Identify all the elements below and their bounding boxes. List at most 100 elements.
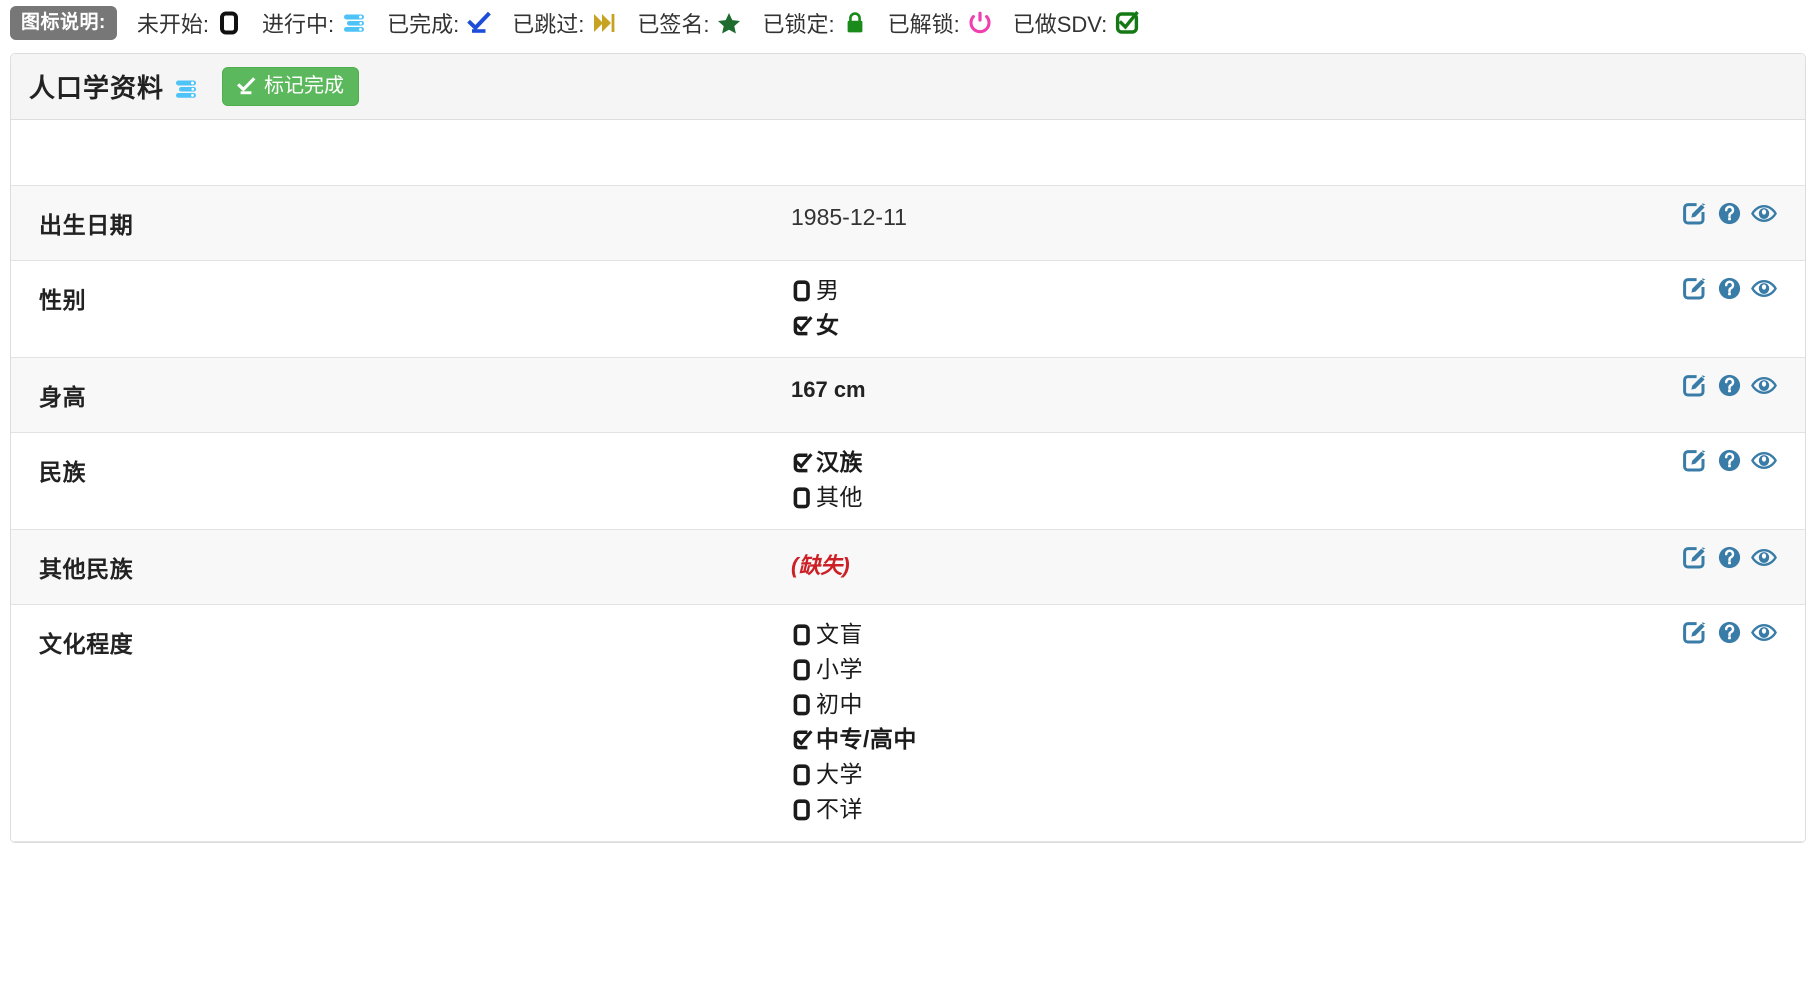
sdv-check-icon [1114,10,1140,36]
option-label: 汉族 [816,451,863,474]
edit-icon[interactable] [1681,544,1707,570]
edit-icon[interactable] [1681,372,1707,398]
row-action-icons [1681,544,1777,570]
legend-item: 已解锁: [888,7,993,39]
option-label: 小学 [816,658,863,681]
legend-item: 已做SDV: [1013,7,1141,39]
query-icon[interactable] [1716,200,1742,226]
legend-item-list: 未开始: 进行中: 已完成: 已跳过: 已签名: 已锁定: 已解锁: 已做SDV: [117,7,1140,39]
form-field-row: 文化程度文盲小学初中中专/高中大学不详 [11,605,1805,842]
in-progress-icon [173,76,199,102]
row-action-icons [1681,619,1777,645]
demographics-panel: 人口学资料 标记完成 出生日期1985-12-11性别男女身高167 cm民族汉… [10,53,1806,843]
option-unselected[interactable]: 大学 [791,763,1805,786]
legend-item: 已完成: [387,7,492,39]
field-value: 文盲小学初中中专/高中大学不详 [791,605,1805,841]
form-field-row: 性别男女 [11,261,1805,358]
option-unselected[interactable]: 男 [791,279,1805,302]
locked-icon [842,10,868,36]
legend-item: 已签名: [637,7,742,39]
option-label: 文盲 [816,623,863,646]
checkbox-unchecked-icon[interactable] [791,694,813,716]
option-unselected[interactable]: 其他 [791,486,1805,509]
legend-badge: 图标说明: [10,6,117,40]
option-selected[interactable]: 女 [791,314,1805,337]
form-field-row: 民族 汉族其他 [11,433,1805,530]
option-label: 初中 [816,693,863,716]
legend-item-label: 已跳过: [512,7,584,39]
field-value: 167 cm [791,358,1805,423]
checkbox-checked-icon[interactable] [791,315,813,337]
edit-icon[interactable] [1681,447,1707,473]
option-label: 大学 [816,763,863,786]
view-icon[interactable] [1751,544,1777,570]
field-label: 性别 [11,261,791,335]
checkbox-unchecked-icon[interactable] [791,764,813,786]
option-unselected[interactable]: 小学 [791,658,1805,681]
option-selected[interactable]: 汉族 [791,451,1805,474]
view-icon[interactable] [1751,447,1777,473]
view-icon[interactable] [1751,275,1777,301]
field-value: 男女 [791,261,1805,357]
checkbox-checked-icon[interactable] [791,452,813,474]
legend-item: 未开始: [137,7,242,39]
checkbox-unchecked-icon[interactable] [791,799,813,821]
checkbox-unchecked-icon[interactable] [791,280,813,302]
query-icon[interactable] [1716,372,1742,398]
option-label: 女 [816,314,840,337]
edit-icon[interactable] [1681,619,1707,645]
legend-item-label: 未开始: [137,7,209,39]
row-action-icons [1681,275,1777,301]
missing-value-text: (缺失) [791,553,850,578]
field-label: 民族 [11,433,791,507]
field-label: 身高 [11,358,791,432]
option-label: 不详 [816,798,863,821]
row-action-icons [1681,447,1777,473]
checkbox-unchecked-icon[interactable] [791,659,813,681]
legend-item-label: 已完成: [387,7,459,39]
legend-item-label: 已签名: [637,7,709,39]
field-label: 出生日期 [11,186,791,260]
row-action-icons [1681,372,1777,398]
edit-icon[interactable] [1681,275,1707,301]
checkbox-unchecked-icon[interactable] [791,624,813,646]
query-icon[interactable] [1716,544,1742,570]
view-icon[interactable] [1751,200,1777,226]
row-action-icons [1681,200,1777,226]
legend-item: 进行中: [262,7,367,39]
option-unselected[interactable]: 初中 [791,693,1805,716]
field-value-text: 1985-12-11 [791,204,907,230]
skipped-icon [591,10,617,36]
form-field-row: 其他民族(缺失) [11,530,1805,605]
query-icon[interactable] [1716,619,1742,645]
legend-item: 已跳过: [512,7,617,39]
page-title: 人口学资料 [29,68,164,105]
view-icon[interactable] [1751,372,1777,398]
option-unselected[interactable]: 文盲 [791,623,1805,646]
view-icon[interactable] [1751,619,1777,645]
field-label: 文化程度 [11,605,791,679]
edit-icon[interactable] [1681,200,1707,226]
legend-item-label: 已锁定: [762,7,834,39]
mark-complete-button[interactable]: 标记完成 [222,67,359,106]
mark-complete-label: 标记完成 [264,76,344,96]
in-progress-icon [341,10,367,36]
field-value: 1985-12-11 [791,186,1805,251]
form-rows-container: 出生日期1985-12-11性别男女身高167 cm民族汉族其他其他民族(缺失)… [11,186,1805,842]
not-started-icon [216,10,242,36]
option-label: 中专/高中 [816,728,917,751]
option-label: 男 [816,279,840,302]
checkbox-unchecked-icon[interactable] [791,487,813,509]
panel-header: 人口学资料 标记完成 [11,54,1805,120]
legend-item-label: 已解锁: [888,7,960,39]
option-unselected[interactable]: 不详 [791,798,1805,821]
unlocked-power-icon [967,10,993,36]
icon-legend-bar: 图标说明: 未开始: 进行中: 已完成: 已跳过: 已签名: 已锁定: 已解锁: 已做SDV: [0,0,1816,46]
form-field-row: 身高167 cm [11,358,1805,433]
checkbox-checked-icon[interactable] [791,729,813,751]
option-selected[interactable]: 中专/高中 [791,728,1805,751]
signed-star-icon [716,10,742,36]
field-label: 其他民族 [11,530,791,604]
query-icon[interactable] [1716,447,1742,473]
query-icon[interactable] [1716,275,1742,301]
